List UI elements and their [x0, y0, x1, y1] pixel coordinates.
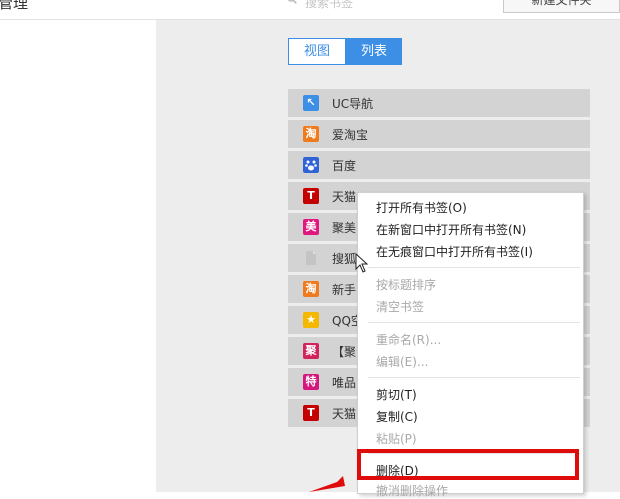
menu-paste[interactable]: 粘贴(P): [376, 430, 417, 447]
search-icon: [287, 0, 297, 4]
delete-highlight-box: [357, 449, 579, 480]
view-mode-button[interactable]: 视图: [288, 38, 346, 65]
cursor-arrow-icon: ↖: [303, 95, 319, 111]
mouse-cursor-icon: [355, 253, 369, 273]
red-arrow-icon: [309, 476, 345, 492]
bookmark-item[interactable]: ↖ UC导航: [288, 89, 590, 117]
bookmark-item[interactable]: 百度: [288, 151, 590, 179]
top-bar: 管理 搜索书签 新建文件夹: [0, 0, 620, 20]
taobao-icon: 淘: [303, 126, 319, 142]
list-mode-button[interactable]: 列表: [346, 38, 402, 65]
jumei-icon: 美: [303, 219, 319, 235]
bookmark-label: 天猫: [332, 190, 357, 204]
bookmark-label: 百度: [332, 159, 357, 173]
baidu-paw-icon: [303, 157, 319, 173]
new-folder-button[interactable]: 新建文件夹: [503, 0, 620, 13]
tmall-icon: T: [303, 188, 319, 204]
menu-edit[interactable]: 编辑(E)...: [376, 353, 428, 370]
sidebar: [0, 20, 156, 492]
menu-clear-bookmarks[interactable]: 清空书签: [376, 298, 424, 315]
bookmark-label: 聚美: [332, 221, 357, 235]
menu-undo-delete[interactable]: 撤消删除操作: [376, 482, 448, 499]
menu-copy[interactable]: 复制(C): [376, 408, 418, 425]
menu-divider: [368, 267, 580, 268]
tmall-icon: T: [303, 405, 319, 421]
bookmark-label: 爱淘宝: [332, 128, 369, 142]
menu-open-all-incognito[interactable]: 在无痕窗口中打开所有书签(I): [376, 243, 533, 260]
taobao-icon: 淘: [303, 281, 319, 297]
ju-icon: 聚: [303, 343, 319, 359]
bookmark-label: 唯品: [332, 376, 357, 390]
bookmark-label: 新手: [332, 283, 357, 297]
bookmark-label: 【聚: [332, 345, 357, 359]
document-icon: [303, 250, 319, 266]
bookmark-label: 搜狐: [332, 252, 357, 266]
bookmark-item[interactable]: 淘 爱淘宝: [288, 120, 590, 148]
bookmark-label: 天猫: [332, 407, 357, 421]
page-title: 管理: [0, 0, 29, 12]
menu-sort-by-title[interactable]: 按标题排序: [376, 276, 436, 293]
menu-cut[interactable]: 剪切(T): [376, 386, 417, 403]
menu-open-all-new-window[interactable]: 在新窗口中打开所有书签(N): [376, 221, 526, 238]
bookmark-label: UC导航: [332, 97, 374, 111]
menu-divider: [368, 322, 580, 323]
search-input[interactable]: 搜索书签: [305, 0, 353, 11]
view-toggle: 视图 列表: [288, 38, 402, 65]
vip-icon: 特: [303, 374, 319, 390]
menu-divider: [368, 377, 580, 378]
qzone-star-icon: ★: [303, 312, 319, 328]
menu-open-all[interactable]: 打开所有书签(O): [376, 199, 467, 216]
menu-rename[interactable]: 重命名(R)...: [376, 331, 441, 348]
